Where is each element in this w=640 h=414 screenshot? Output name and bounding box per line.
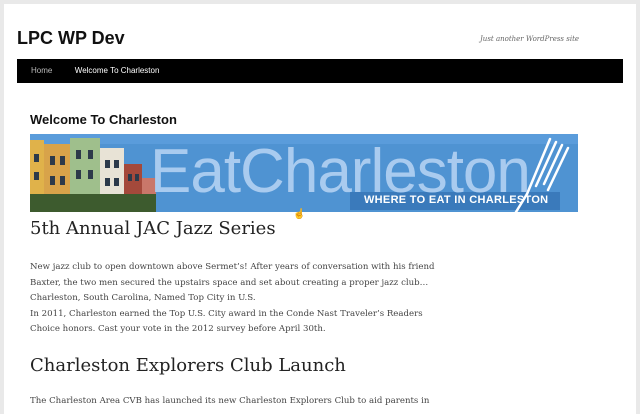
main-nav: Home Welcome To Charleston	[17, 59, 623, 83]
post-line: Charleston, South Carolina, Named Top Ci…	[30, 293, 256, 303]
site-title[interactable]: LPC WP Dev	[17, 28, 125, 49]
post-excerpt-explorers-club: The Charleston Area CVB has launched its…	[30, 394, 450, 410]
post-title-explorers-club[interactable]: Charleston Explorers Club Launch	[30, 355, 346, 376]
site-tagline: Just another WordPress site	[480, 35, 580, 43]
post-line: In 2011, Charleston earned the Top U.S. …	[30, 308, 423, 319]
hand-pointer-cursor-icon: ☝	[293, 209, 306, 220]
eatcharleston-banner[interactable]: EatCharleston WHERE TO EAT IN CHARLESTON	[30, 134, 578, 212]
post-line: Baxter, the two men secured the upstairs…	[30, 277, 429, 288]
page-title: Welcome To Charleston	[30, 112, 177, 127]
post-excerpt-jazz-series: New jazz club to open downtown above Ser…	[30, 260, 450, 338]
page-container: LPC WP Dev Just another WordPress site H…	[4, 4, 636, 414]
post-line: Choice honors. Cast your vote in the 201…	[30, 324, 326, 334]
banner-tagline: WHERE TO EAT IN CHARLESTON	[364, 194, 549, 206]
post-line: The Charleston Area CVB has launched its…	[30, 396, 430, 406]
post-title-jazz-series[interactable]: 5th Annual JAC Jazz Series	[30, 218, 276, 239]
nav-item-welcome-to-charleston[interactable]: Welcome To Charleston	[75, 59, 160, 83]
post-line: New jazz club to open downtown above Ser…	[30, 262, 435, 272]
nav-item-home[interactable]: Home	[31, 59, 52, 83]
